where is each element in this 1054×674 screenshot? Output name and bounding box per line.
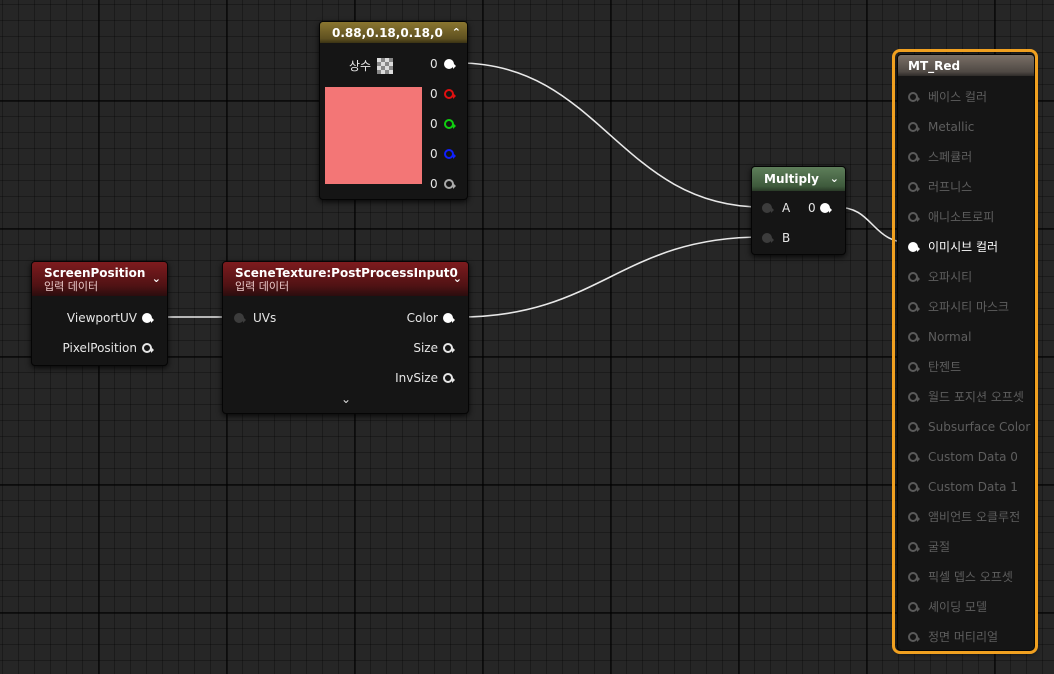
multiply-output-pin[interactable] [820,203,832,213]
chevron-down-icon[interactable]: ⌄ [453,272,462,286]
material-input-pin[interactable] [908,242,920,252]
material-input-pin[interactable] [908,422,920,432]
material-input-label: 애니소트로피 [928,210,995,224]
material-input-label: 정면 머티리얼 [928,630,999,644]
material-input-pin[interactable] [908,212,920,222]
constant-output-r-pin[interactable] [444,89,456,99]
scene-texture-node-header[interactable]: SceneTexture:PostProcessInput0 입력 데이터 ⌄ [223,262,468,296]
chevron-down-icon[interactable]: ⌄ [830,172,839,186]
constant-node[interactable]: 0.88,0.18,0.18,0 ⌃ 상수 0 0 0 0 0 [319,21,468,200]
material-input-pin[interactable] [908,602,920,612]
wire-scenetexture-to-multiply-b [458,236,763,318]
constant-node-title: 0.88,0.18,0.18,0 [332,26,443,40]
chevron-down-icon[interactable]: ⌄ [152,272,161,286]
material-input-label: Custom Data 0 [928,450,1018,464]
material-input-pin[interactable] [908,632,920,642]
material-input-label: 베이스 컬러 [928,90,988,104]
scene-texture-title: SceneTexture:PostProcessInput0 [235,266,458,280]
multiply-node[interactable]: Multiply ⌄ A 0 B [751,166,846,255]
multiply-input-b-label: B [782,231,791,245]
material-input-pin[interactable] [908,272,920,282]
uvs-input-label: UVs [253,311,277,325]
material-input-pin[interactable] [908,572,920,582]
screen-position-node-header[interactable]: ScreenPosition 입력 데이터 ⌄ [32,262,167,296]
material-input-label: 오파시티 마스크 [928,300,1010,314]
expand-chevron-icon[interactable]: ⌄ [341,392,351,406]
material-input-pin[interactable] [908,122,920,132]
material-input-pin[interactable] [908,512,920,522]
material-input-pin[interactable] [908,362,920,372]
wire-constant-to-multiply-a [458,62,763,208]
material-input-pin[interactable] [908,542,920,552]
material-input-pin[interactable] [908,452,920,462]
constant-node-header[interactable]: 0.88,0.18,0.18,0 ⌃ [320,22,467,43]
multiply-title: Multiply [764,172,819,186]
constant-output-rgba-label: 0 [430,57,438,71]
multiply-output-label: 0 [808,201,816,215]
invsize-output-pin[interactable] [443,373,455,383]
material-input-label: 굴절 [928,540,951,554]
constant-output-g-pin[interactable] [444,119,456,129]
screen-position-subtitle: 입력 데이터 [44,280,99,293]
color-output-pin[interactable] [443,313,455,323]
pixel-position-label: PixelPosition [62,341,137,355]
multiply-input-a-pin[interactable] [762,203,774,213]
scene-texture-node[interactable]: SceneTexture:PostProcessInput0 입력 데이터 ⌄ … [222,261,469,414]
material-input-pin[interactable] [908,482,920,492]
material-input-label: 픽셀 뎁스 오프셋 [928,570,1013,584]
viewport-uv-label: ViewportUV [66,311,137,325]
constant-output-b-pin[interactable] [444,149,456,159]
material-input-label: 월드 포지션 오프셋 [928,390,1024,404]
material-input-pin[interactable] [908,152,920,162]
constant-output-rgba-pin[interactable] [444,59,456,69]
size-output-pin[interactable] [443,343,455,353]
chevron-up-icon[interactable]: ⌃ [452,26,461,40]
material-input-label: 스페큘러 [928,150,973,164]
scene-texture-subtitle: 입력 데이터 [235,280,290,293]
multiply-input-b-pin[interactable] [762,233,774,243]
material-input-pin[interactable] [908,302,920,312]
material-output-node[interactable]: MT_Red 베이스 컬러 Metallic 스페큘러러프니스애니소트로피이미시브 … [897,54,1035,651]
screen-position-title: ScreenPosition [44,266,146,280]
material-input-label: Subsurface Color [928,420,1031,434]
material-input-label: Metallic [928,120,975,134]
material-input-label: Custom Data 1 [928,480,1018,494]
constant-output-a-pin[interactable] [444,179,456,189]
uvs-input-pin[interactable] [234,313,246,323]
material-input-pin[interactable] [908,92,920,102]
pixel-position-pin[interactable] [142,343,154,353]
material-input-pin[interactable] [908,392,920,402]
size-output-label: Size [413,341,438,355]
constant-label: 상수 [349,59,372,73]
material-title: MT_Red [908,59,961,73]
constant-output-a-label: 0 [430,177,438,191]
screen-position-node[interactable]: ScreenPosition 입력 데이터 ⌄ ViewportUV Pixel… [31,261,168,366]
viewport-uv-pin[interactable] [142,313,154,323]
constant-output-r-label: 0 [430,87,438,101]
color-swatch [325,87,422,184]
material-input-label: 앰비언트 오클루전 [928,510,1021,524]
color-output-label: Color [406,311,438,325]
material-input-label: 러프니스 [928,180,973,194]
multiply-input-a-label: A [782,201,791,215]
checker-icon [377,58,393,74]
material-input-label: 탄젠트 [928,360,962,374]
material-input-label: Normal [928,330,972,344]
material-input-label: 셰이딩 모델 [928,600,988,614]
material-input-pin[interactable] [908,182,920,192]
material-input-pin[interactable] [908,332,920,342]
material-output-header[interactable]: MT_Red [898,55,1034,76]
material-input-label: 오파시티 [928,270,973,284]
material-input-label: 이미시브 컬러 [928,240,999,254]
multiply-node-header[interactable]: Multiply ⌄ [752,167,845,191]
invsize-output-label: InvSize [395,371,438,385]
constant-output-g-label: 0 [430,117,438,131]
constant-output-b-label: 0 [430,147,438,161]
